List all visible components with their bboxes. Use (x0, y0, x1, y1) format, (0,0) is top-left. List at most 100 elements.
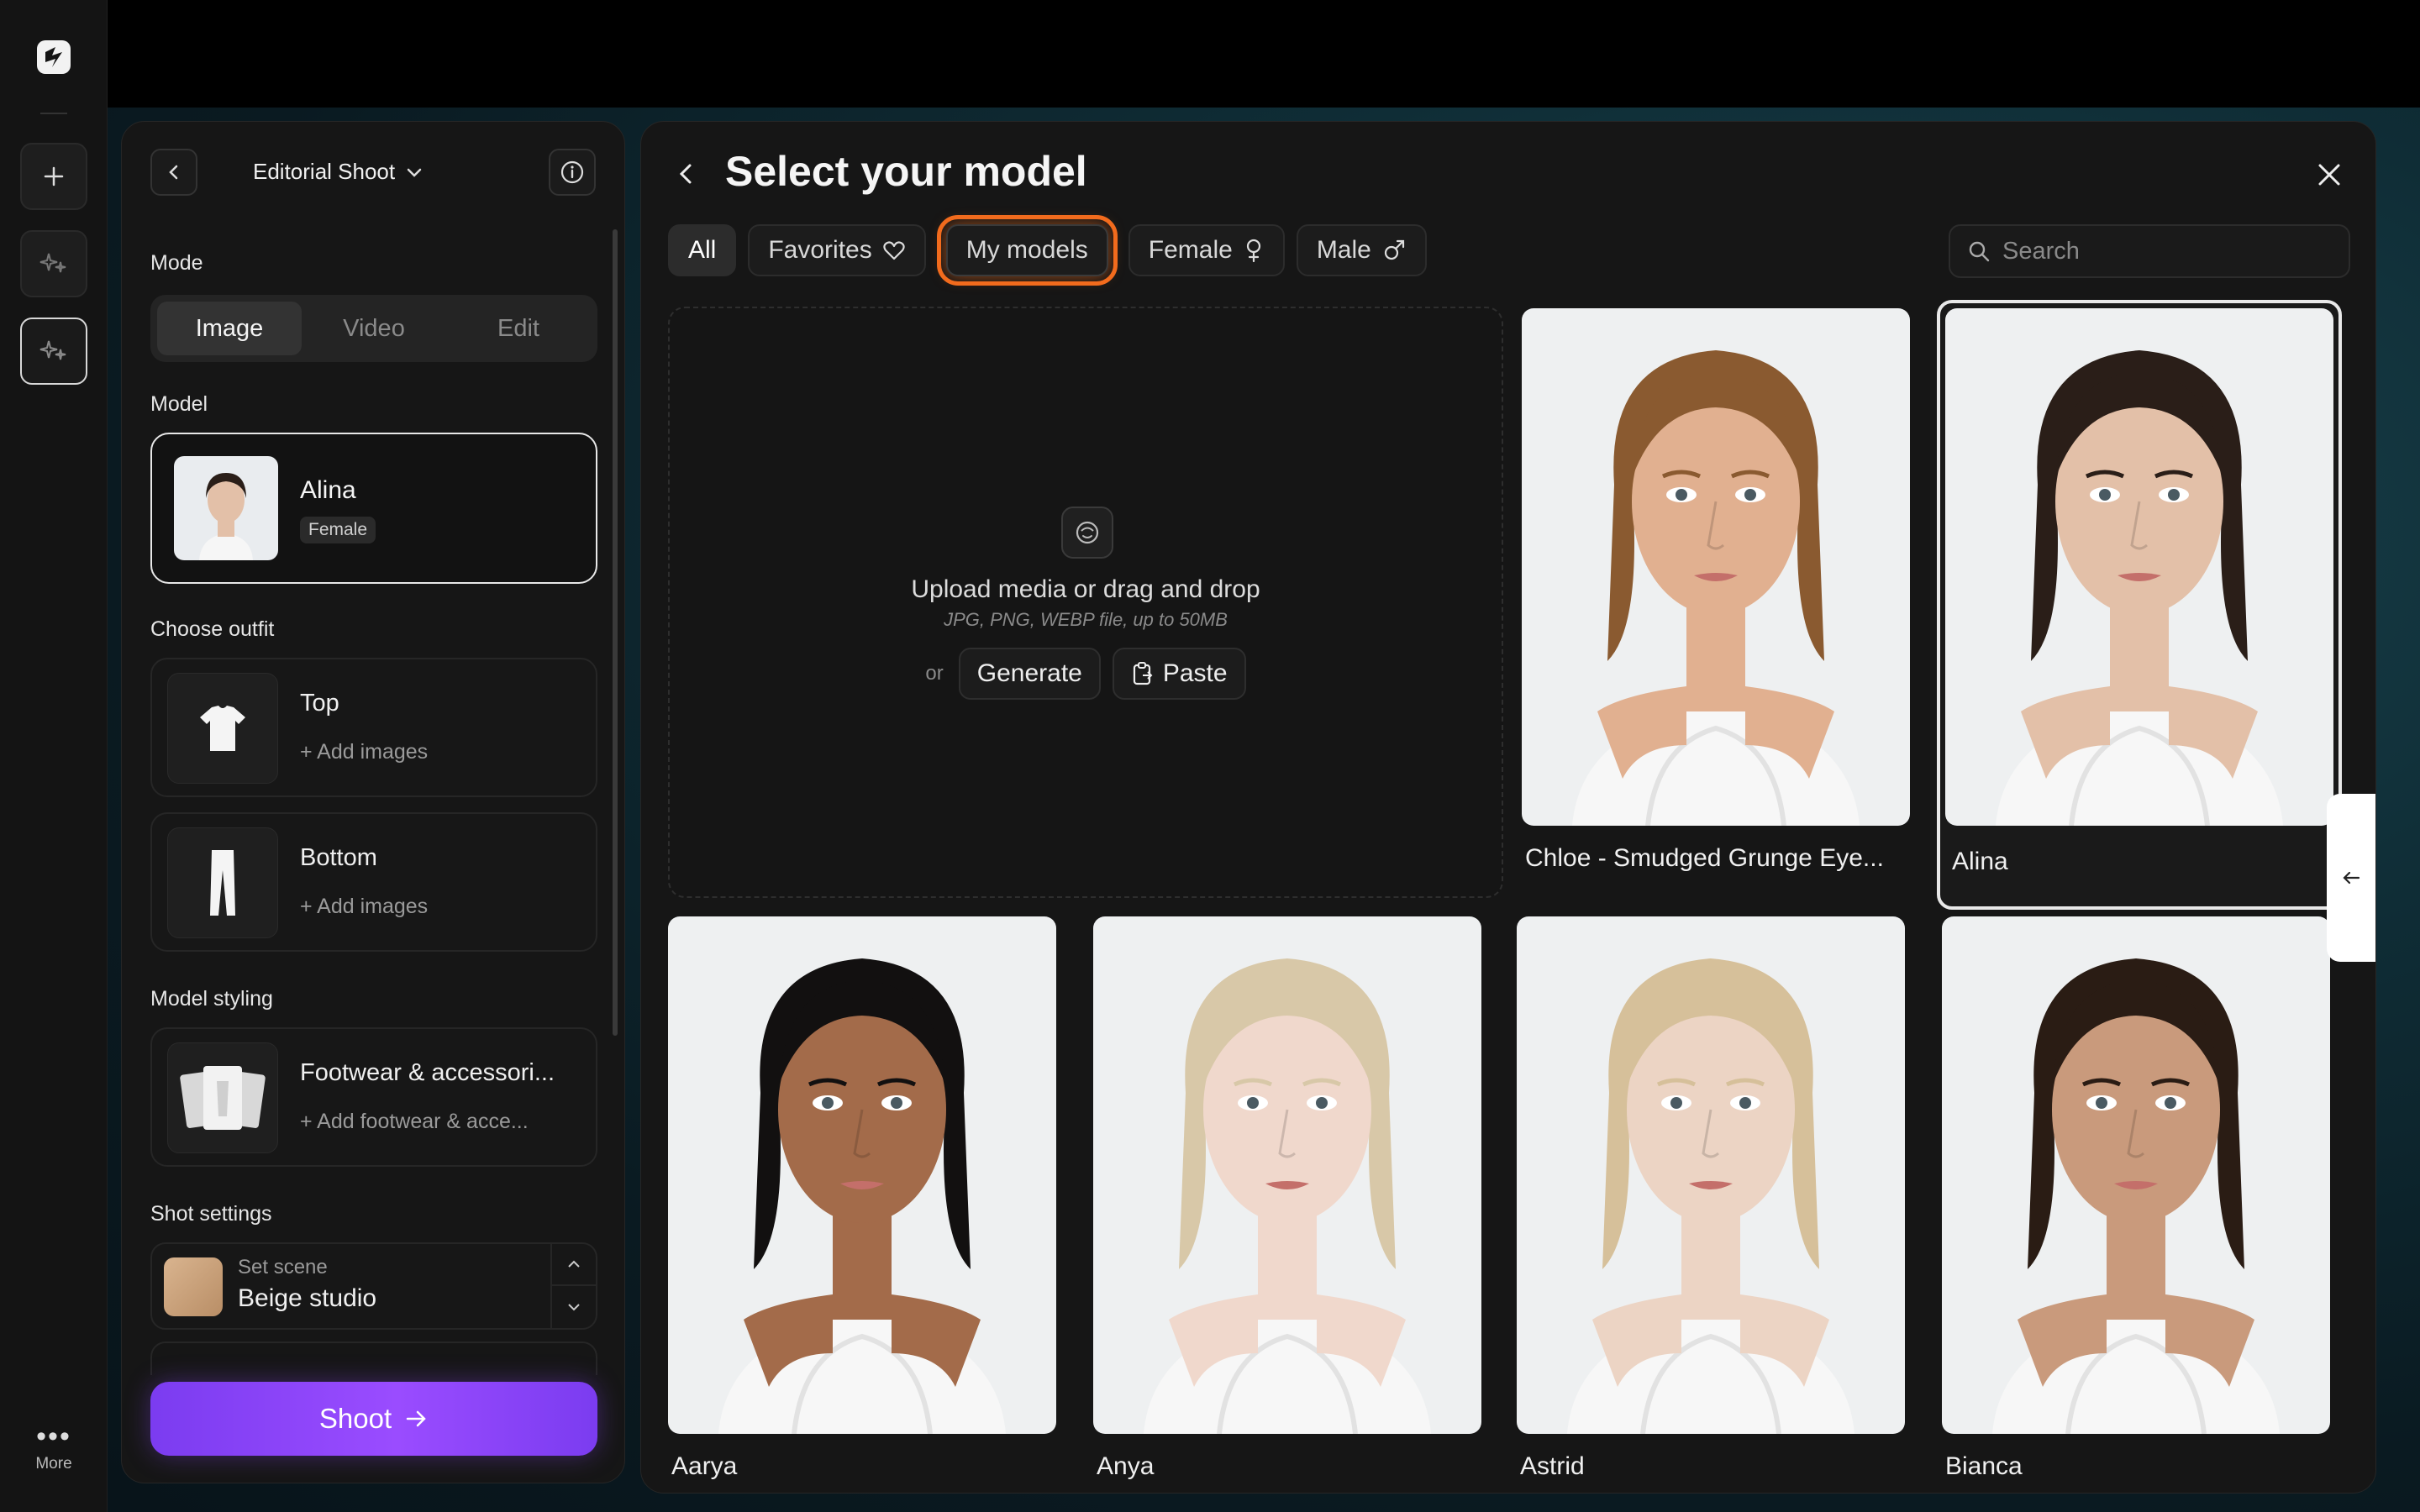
mode-image-tab[interactable]: Image (157, 302, 302, 355)
clipboard-icon (1133, 662, 1153, 685)
arrow-right-icon (406, 1410, 426, 1427)
scene-label: Set scene (238, 1256, 328, 1278)
model-card[interactable]: Bianca (1942, 916, 2330, 1493)
add-footwear-button[interactable]: + Add footwear & acce... (300, 1110, 529, 1134)
mode-label: Mode (150, 251, 203, 275)
add-bottom-images-button[interactable]: + Add images (300, 895, 428, 919)
upload-actions: or Generate Paste (670, 648, 1502, 700)
model-card[interactable]: Aarya (668, 916, 1056, 1493)
model-name: Aarya (671, 1452, 738, 1480)
add-top-images-button[interactable]: + Add images (300, 740, 428, 764)
new-project-button[interactable] (20, 143, 87, 210)
generate-button[interactable]: Generate (958, 648, 1101, 700)
selected-model-card[interactable]: Alina Female (150, 433, 597, 584)
back-chevron-icon[interactable] (671, 159, 702, 189)
model-name: Chloe - Smudged Grunge Eye... (1525, 844, 1884, 872)
chevron-left-icon (169, 165, 178, 180)
rail-divider (40, 113, 67, 114)
upload-subtitle: JPG, PNG, WEBP file, up to 50MB (944, 609, 1228, 630)
model-name: Bianca (1945, 1452, 2023, 1480)
model-card[interactable]: Chloe - Smudged Grunge Eye... (1522, 308, 1910, 901)
more-label: More (35, 1455, 72, 1473)
model-card[interactable]: Alina (1937, 300, 2342, 910)
model-avatar (174, 456, 278, 560)
app-logo[interactable] (34, 37, 74, 77)
outfit-top-card[interactable]: Top + Add images (150, 658, 597, 797)
scene-swatch (164, 1257, 223, 1316)
shoot-button-label: Shoot (318, 1403, 392, 1434)
info-icon (560, 160, 584, 184)
outfit-bottom-title: Bottom (300, 844, 377, 871)
model-photo (1522, 308, 1910, 826)
rail-tool-button[interactable] (20, 230, 87, 297)
sparkle-icon (39, 340, 66, 360)
outfit-label: Choose outfit (150, 617, 275, 641)
model-card[interactable]: Astrid (1517, 916, 1905, 1493)
search-input[interactable] (2002, 237, 2322, 265)
chevron-down-icon (407, 168, 422, 177)
sparkle-icon (39, 253, 66, 273)
scene-selector[interactable]: Set scene Beige studio (150, 1242, 597, 1330)
shoot-button[interactable]: Shoot (150, 1382, 597, 1456)
shoot-name: Editorial Shoot (253, 159, 396, 184)
male-icon (1384, 239, 1404, 260)
search-icon (1969, 241, 1990, 262)
next-setting-card (150, 1341, 597, 1375)
app-sidebar: ••• More (0, 0, 108, 1512)
model-name: Alina (1952, 848, 2008, 875)
tshirt-icon (167, 673, 278, 784)
model-photo (1517, 916, 1905, 1434)
model-photo (1093, 916, 1481, 1434)
filter-male[interactable]: Male (1296, 224, 1427, 276)
model-name: Alina (300, 476, 356, 504)
arrow-left-icon (2343, 871, 2360, 885)
dialog-title: Select your model (725, 148, 1087, 195)
paste-button[interactable]: Paste (1112, 648, 1246, 700)
panel-back-button[interactable] (150, 149, 197, 196)
chevron-up-icon (568, 1260, 580, 1268)
footwear-accessories-card[interactable]: Footwear & accessori... + Add footwear &… (150, 1027, 597, 1167)
mode-video-tab[interactable]: Video (302, 302, 446, 355)
scene-next-button[interactable] (552, 1286, 596, 1328)
info-button[interactable] (549, 149, 596, 196)
filter-all[interactable]: All (668, 224, 737, 276)
scene-value: Beige studio (238, 1284, 377, 1312)
more-menu-button[interactable]: ••• More (0, 1420, 108, 1473)
heart-icon (883, 241, 905, 260)
close-icon[interactable] (2315, 160, 2344, 189)
filter-bar: All Favorites My models Female Male (668, 215, 1427, 286)
mode-edit-tab[interactable]: Edit (446, 302, 591, 355)
model-selector-dialog: Select your model All Favorites My model… (640, 121, 2376, 1494)
panel-header: Editorial Shoot (150, 149, 596, 199)
model-card[interactable]: Anya (1093, 916, 1481, 1493)
model-gender-chip: Female (300, 517, 376, 543)
face-upload-icon (1061, 507, 1113, 559)
or-label: or (925, 662, 944, 685)
filter-favorites[interactable]: Favorites (748, 224, 926, 276)
upload-dropzone[interactable]: Upload media or drag and drop JPG, PNG, … (668, 307, 1503, 898)
model-name: Anya (1097, 1452, 1155, 1480)
accessories-icon (167, 1042, 278, 1153)
collapse-panel-tab[interactable] (2327, 794, 2375, 962)
styling-label: Model styling (150, 987, 273, 1011)
search-box (1949, 224, 2350, 278)
panel-scrollbar[interactable] (613, 229, 618, 1036)
shoot-selector[interactable]: Editorial Shoot (253, 159, 424, 185)
model-name: Astrid (1520, 1452, 1585, 1480)
plus-icon (44, 166, 64, 186)
styling-title: Footwear & accessori... (300, 1059, 555, 1086)
upload-title: Upload media or drag and drop (911, 575, 1260, 603)
more-dots-icon: ••• (36, 1420, 71, 1452)
filter-my-models[interactable]: My models (936, 215, 1118, 286)
female-icon (1246, 239, 1260, 263)
scene-prev-button[interactable] (552, 1244, 596, 1286)
outfit-bottom-card[interactable]: Bottom + Add images (150, 812, 597, 952)
scene-stepper (550, 1244, 596, 1328)
rail-tool-button-active[interactable] (20, 318, 87, 385)
model-photo (668, 916, 1056, 1434)
model-photo (1942, 916, 2330, 1434)
shot-settings-label: Shot settings (150, 1202, 272, 1226)
filter-female[interactable]: Female (1128, 224, 1285, 276)
pants-icon (167, 827, 278, 938)
outfit-top-title: Top (300, 690, 339, 717)
